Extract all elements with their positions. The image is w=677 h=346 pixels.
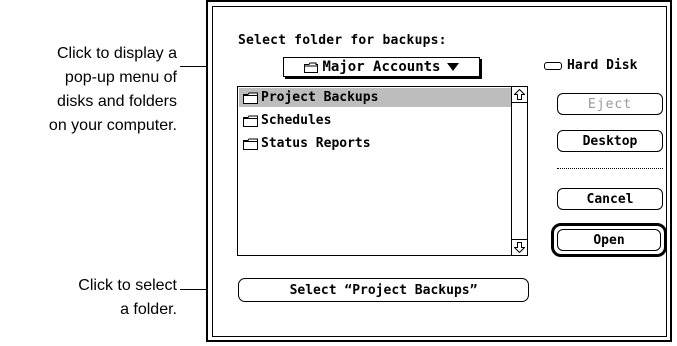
folder-icon bbox=[243, 138, 258, 150]
callout-line: a folder. bbox=[120, 301, 177, 318]
callout-line: disks and folders bbox=[56, 93, 177, 110]
disk-name: Hard Disk bbox=[567, 58, 638, 73]
eject-button[interactable]: Eject bbox=[557, 93, 663, 115]
cancel-button[interactable]: Cancel bbox=[557, 188, 663, 210]
callout-line: Click to select bbox=[78, 277, 177, 294]
list-item[interactable]: Status Reports bbox=[239, 134, 511, 153]
open-button[interactable]: Open bbox=[557, 229, 661, 251]
dialog-prompt: Select folder for backups: bbox=[238, 33, 447, 48]
list-item-label: Schedules bbox=[261, 113, 332, 128]
callout-popup-menu: Click to display a pop-up menu of disks … bbox=[0, 42, 177, 138]
scroll-down-arrow-icon[interactable] bbox=[512, 239, 527, 255]
folder-icon bbox=[243, 115, 258, 127]
callout-select-folder: Click to select a folder. bbox=[0, 274, 177, 322]
scroll-up-arrow-icon[interactable] bbox=[512, 87, 527, 103]
popup-label: Major Accounts bbox=[322, 59, 441, 75]
folder-list[interactable]: Project Backups Schedules Status Reports bbox=[237, 86, 528, 256]
hard-disk-icon bbox=[544, 61, 562, 70]
callout-line: pop-up menu of bbox=[64, 69, 177, 86]
folder-icon bbox=[304, 62, 319, 73]
callout-line: on your computer. bbox=[48, 117, 177, 134]
list-item[interactable]: Project Backups bbox=[239, 88, 511, 107]
folder-select-dialog: Select folder for backups: Major Account… bbox=[206, 0, 672, 342]
list-item[interactable]: Schedules bbox=[239, 111, 511, 130]
triangle-down-icon bbox=[446, 63, 459, 71]
list-item-label: Status Reports bbox=[261, 136, 371, 151]
folder-icon bbox=[243, 92, 258, 104]
list-item-label: Project Backups bbox=[261, 90, 379, 105]
select-folder-button[interactable]: Select “Project Backups” bbox=[238, 278, 529, 302]
arrow-down-icon bbox=[514, 242, 525, 253]
folder-popup-menu[interactable]: Major Accounts bbox=[283, 57, 480, 77]
button-separator bbox=[557, 168, 663, 169]
desktop-button[interactable]: Desktop bbox=[557, 130, 663, 152]
arrow-up-icon bbox=[514, 89, 525, 100]
list-scrollbar[interactable] bbox=[511, 87, 527, 255]
callout-line: Click to display a bbox=[56, 45, 177, 62]
current-disk: Hard Disk bbox=[544, 58, 637, 73]
folder-list-rows: Project Backups Schedules Status Reports bbox=[238, 87, 511, 255]
